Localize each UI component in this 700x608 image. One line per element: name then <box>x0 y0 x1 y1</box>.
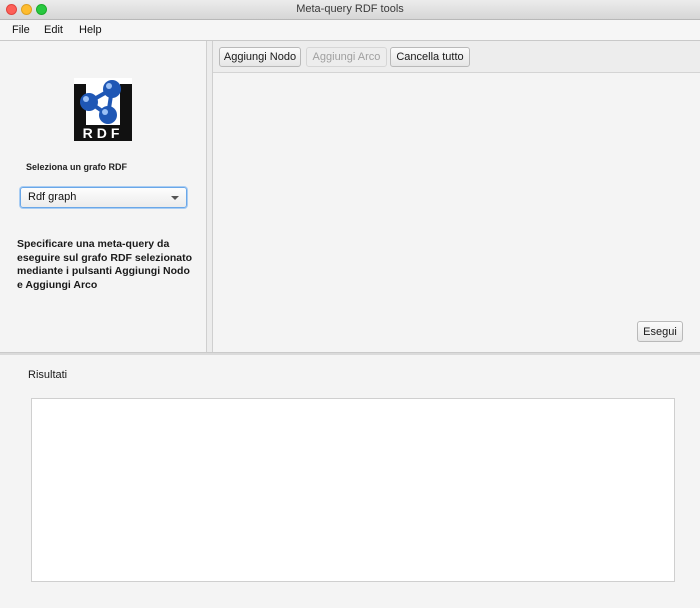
graph-select-value: Rdf graph <box>28 191 77 203</box>
query-canvas[interactable] <box>213 73 700 352</box>
add-edge-button[interactable]: Aggiungi Arco <box>306 47 387 67</box>
instructions-text: Specificare una meta-query da eseguire s… <box>17 238 193 291</box>
close-window-button[interactable] <box>6 4 17 15</box>
results-label: Risultati <box>28 369 68 381</box>
rdf-logo-text: RDF <box>83 125 124 141</box>
minimize-window-button[interactable] <box>21 4 32 15</box>
chevron-down-icon <box>171 196 179 200</box>
title-bar: Meta-query RDF tools <box>0 0 700 20</box>
results-panel: Risultati <box>0 355 700 608</box>
zoom-window-button[interactable] <box>36 4 47 15</box>
graph-select[interactable]: Rdf graph <box>20 187 187 208</box>
results-area[interactable] <box>31 398 675 582</box>
window-title: Meta-query RDF tools <box>296 3 404 15</box>
run-button[interactable]: Esegui <box>637 321 683 342</box>
query-toolbar: Aggiungi Nodo Aggiungi Arco Cancella tut… <box>213 41 700 73</box>
rdf-logo-icon: RDF <box>74 78 132 141</box>
left-panel: RDF Seleziona un grafo RDF Rdf graph Spe… <box>0 41 206 352</box>
menu-bar: File Edit Help <box>0 20 700 41</box>
vertical-split-divider[interactable] <box>206 41 213 352</box>
rdf-logo: RDF <box>74 78 132 141</box>
query-panel: Aggiungi Nodo Aggiungi Arco Cancella tut… <box>213 41 700 352</box>
add-node-button[interactable]: Aggiungi Nodo <box>219 47 301 67</box>
graph-select-label: Seleziona un grafo RDF <box>26 162 128 172</box>
menu-edit[interactable]: Edit <box>44 20 63 40</box>
clear-all-button[interactable]: Cancella tutto <box>390 47 470 67</box>
menu-help[interactable]: Help <box>79 20 102 40</box>
menu-file[interactable]: File <box>12 20 30 40</box>
